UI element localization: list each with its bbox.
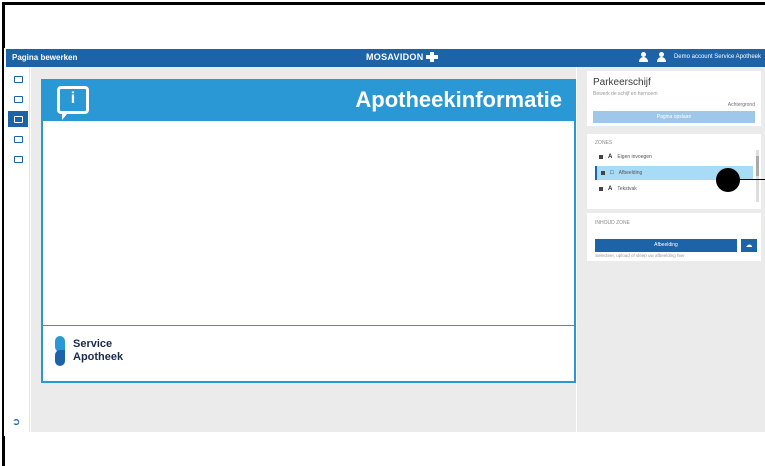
zones-header: ZONES (595, 140, 613, 146)
user-icon[interactable] (638, 52, 648, 62)
properties-panel: Parkeerschijf Bewerk de schijf en hernoe… (577, 67, 765, 432)
monitor-tool-button[interactable] (8, 71, 28, 87)
save-page-button[interactable]: Pagina opslaan (593, 111, 755, 123)
brand-cross-icon (425, 52, 438, 62)
page-icon (13, 115, 23, 123)
zone-label: Afbeelding (618, 170, 643, 176)
content-header[interactable]: INHOUD ZONE (595, 220, 630, 226)
content-note: Selecteer, upload of sleep uw afbeelding… (595, 253, 685, 258)
image-icon (13, 95, 23, 103)
drag-handle-icon[interactable] (601, 171, 605, 175)
zone-item[interactable]: A Eigen invoegen (595, 150, 753, 164)
card-subtitle: Bewerk de schijf en hernoem (593, 91, 658, 97)
drag-handle-icon[interactable] (599, 187, 603, 191)
card-title: Parkeerschijf (593, 77, 651, 88)
image-select-button[interactable]: Afbeelding (595, 239, 737, 252)
slide-title: Apotheekinformatie (355, 87, 562, 112)
brand-logo: MOSAVIDON (366, 52, 438, 62)
layout-tool-button[interactable] (8, 131, 28, 147)
logo-text: Service Apotheek (73, 338, 124, 363)
zone-label: Eigen invoegen (617, 154, 652, 160)
page-tool-button[interactable] (8, 111, 28, 127)
zone-label: Tekstvak (617, 186, 637, 192)
image-tool-button[interactable] (8, 91, 28, 107)
zones-scrollbar[interactable] (756, 150, 759, 202)
account-name[interactable]: Demo account Service Apotheek (674, 54, 761, 60)
logo-mark-icon (53, 336, 67, 366)
info-icon: i (57, 86, 89, 120)
brand-name: MOSAVIDON (366, 52, 424, 62)
editor-canvas: i Apotheekinformatie Service Apotheek (31, 67, 576, 432)
calendar-icon (13, 155, 23, 163)
window-frame-bottom (4, 436, 5, 466)
content-card: INHOUD ZONE Afbeelding ☁ Selecteer, uplo… (587, 213, 761, 261)
calendar-tool-button[interactable] (8, 151, 28, 167)
top-bar: Pagina bewerken MOSAVIDON Demo account S… (6, 49, 765, 67)
text-type-icon: A (608, 186, 613, 192)
account-area[interactable]: Demo account Service Apotheek (638, 52, 761, 62)
slide-divider (43, 325, 574, 326)
logout-icon[interactable]: ➲ (12, 417, 20, 428)
left-toolbar: ➲ (6, 67, 30, 432)
account-icon[interactable] (656, 52, 666, 62)
slide-preview[interactable]: i Apotheekinformatie Service Apotheek (41, 79, 576, 383)
image-type-icon: □ (610, 170, 614, 176)
window-frame-inner (4, 4, 765, 48)
layout-icon (13, 135, 23, 143)
upload-cloud-icon[interactable]: ☁ (741, 239, 757, 252)
slide-header: i Apotheekinformatie (43, 81, 574, 121)
monitor-icon (13, 75, 23, 83)
cursor-marker (716, 168, 740, 192)
service-apotheek-logo: Service Apotheek (53, 336, 123, 366)
page-title: Pagina bewerken (12, 53, 78, 62)
page-card: Parkeerschijf Bewerk de schijf en hernoe… (587, 71, 761, 126)
text-type-icon: A (608, 154, 613, 160)
cursor-pointer-line (738, 179, 765, 180)
background-link[interactable]: Achtergrond (728, 102, 755, 108)
drag-handle-icon[interactable] (599, 155, 603, 159)
